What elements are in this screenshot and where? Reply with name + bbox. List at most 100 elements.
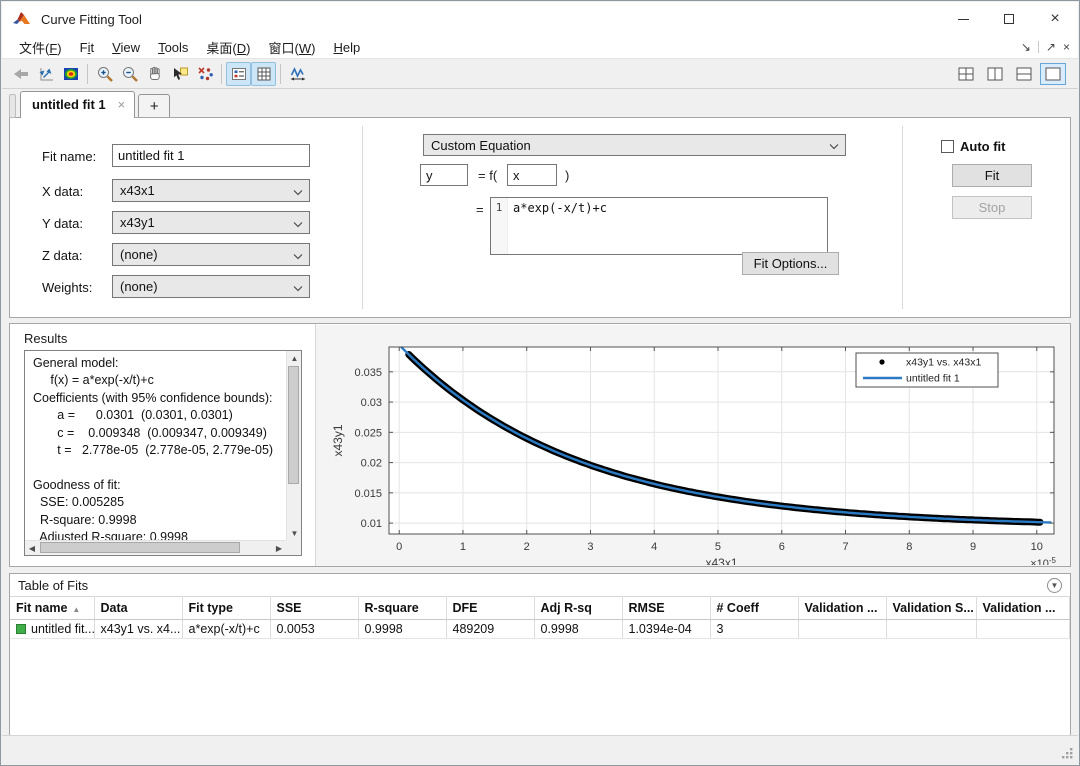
legend-icon [230,65,248,83]
scroll-thumb[interactable] [40,542,240,553]
tab-close-icon[interactable]: × [118,97,126,112]
menu-help[interactable]: Help [324,38,369,57]
custom-equation-editor[interactable]: 1 a*exp(-x/t)+c [490,197,828,255]
scroll-right-icon[interactable]: ▶ [272,541,286,556]
results-horizontal-scrollbar[interactable]: ◀ ▶ [25,540,286,555]
scroll-thumb[interactable] [288,366,299,484]
fit-settings-panel: Fit name: X data: x43x1 Y data: x43y1 Z … [9,117,1071,318]
adjust-axes-limits-button[interactable] [285,62,310,86]
sort-ascending-icon: ▲ [72,605,80,614]
grid-icon [255,65,273,83]
data-cursor-button[interactable] [167,62,192,86]
minimize-button[interactable] [940,2,986,36]
col-num-coeff[interactable]: # Coeff [710,597,798,620]
svg-text:5: 5 [715,541,721,553]
svg-text:3: 3 [587,541,593,553]
y-data-select[interactable]: x43y1 [112,211,310,234]
menu-desktop[interactable]: 桌面(D) [197,36,259,59]
menu-view[interactable]: View [103,38,149,57]
fit-options-button[interactable]: Fit Options... [742,252,839,275]
results-title: Results [24,331,67,346]
zoom-out-icon [121,65,139,83]
rotate-3d-button[interactable] [8,62,33,86]
stop-button[interactable]: Stop [952,196,1032,219]
tile-rows-button[interactable] [1011,63,1037,85]
close-panel-icon[interactable]: × [1063,40,1070,54]
auto-fit-checkbox[interactable] [941,140,954,153]
tile-single-button[interactable] [1040,63,1066,85]
svg-text:0.01: 0.01 [361,518,382,530]
fit-name-input[interactable] [112,144,310,167]
resize-grip[interactable] [1061,747,1074,760]
colormap-button[interactable] [58,62,83,86]
close-button[interactable]: × [1032,2,1078,36]
tab-untitled-fit-1[interactable]: untitled fit 1 × [20,91,135,118]
col-validation-2[interactable]: Validation S... [886,597,976,620]
svg-text:0.03: 0.03 [361,397,382,409]
fit-button[interactable]: Fit [952,164,1032,187]
z-data-select[interactable]: (none) [112,243,310,266]
col-data[interactable]: Data [94,597,182,620]
menu-fit[interactable]: Fit [71,38,103,57]
svg-text:untitled fit 1: untitled fit 1 [906,373,960,385]
zoom-out-button[interactable] [117,62,142,86]
colormap-icon [62,65,80,83]
weights-select[interactable]: (none) [112,275,310,298]
zoom-in-button[interactable] [92,62,117,86]
dependent-variable-input[interactable] [420,164,468,186]
col-validation-1[interactable]: Validation ... [798,597,886,620]
svg-text:x43y1 vs. x43x1: x43y1 vs. x43x1 [906,357,981,369]
scroll-down-icon[interactable]: ▼ [287,526,302,540]
toolbar-separator [280,64,281,84]
equals-label: = [476,202,484,217]
chevron-down-icon [829,138,839,153]
fit-type-select[interactable]: Custom Equation [423,134,846,156]
col-fit-name[interactable]: Fit name▲ [10,597,94,620]
scroll-up-icon[interactable]: ▲ [287,351,302,365]
col-validation-3[interactable]: Validation ... [976,597,1070,620]
col-sse[interactable]: SSE [270,597,358,620]
col-r-square[interactable]: R-square [358,597,446,620]
x-data-label: X data: [42,184,83,199]
plus-icon: + [150,98,159,115]
results-vertical-scrollbar[interactable]: ▲ ▼ [286,351,301,540]
status-bar [2,735,1078,764]
menu-file[interactable]: 文件(F) [10,36,71,59]
dock-icon[interactable]: ↘ [1021,40,1031,54]
menu-window[interactable]: 窗口(W) [260,36,325,59]
tile-columns-button[interactable] [982,63,1008,85]
auto-fit-label[interactable]: Auto fit [960,139,1005,154]
svg-text:6: 6 [779,541,785,553]
col-fit-type[interactable]: Fit type [182,597,270,620]
legend-toggle-button[interactable] [226,62,251,86]
window-title: Curve Fitting Tool [41,12,142,27]
svg-text:1: 1 [460,541,466,553]
svg-text:0.035: 0.035 [354,367,382,379]
col-dfe[interactable]: DFE [446,597,534,620]
svg-text:9: 9 [970,541,976,553]
svg-text:x43x1: x43x1 [705,556,737,565]
fit-plot[interactable]: 0123456789100.010.0150.020.0250.030.035x… [324,327,1068,565]
menu-tools[interactable]: Tools [149,38,197,57]
scroll-left-icon[interactable]: ◀ [25,541,39,556]
x-data-select[interactable]: x43x1 [112,179,310,202]
exclude-outliers-button[interactable] [192,62,217,86]
equation-expression[interactable]: a*exp(-x/t)+c [508,198,612,254]
maximize-button[interactable] [986,2,1032,36]
undock-icon[interactable]: ↗ [1046,40,1056,54]
move-axes-button[interactable] [33,62,58,86]
add-tab-button[interactable]: + [138,94,170,117]
table-row[interactable]: untitled fit... x43y1 vs. x4... a*exp(-x… [10,620,1070,639]
move-axes-icon [37,65,55,83]
results-box: General model: f(x) = a*exp(-x/t)+c Coef… [24,350,302,556]
pan-button[interactable] [142,62,167,86]
col-rmse[interactable]: RMSE [622,597,710,620]
independent-variable-input[interactable] [507,164,557,186]
grid-toggle-button[interactable] [251,62,276,86]
table-of-fits: Fit name▲ Data Fit type SSE R-square DFE… [10,596,1070,639]
panel-divider [902,126,903,309]
tile-grid-button[interactable] [953,63,979,85]
collapse-panel-button[interactable]: ▼ [1047,578,1062,593]
col-adj-r-sq[interactable]: Adj R-sq [534,597,622,620]
tab-drag-handle[interactable] [9,94,16,118]
